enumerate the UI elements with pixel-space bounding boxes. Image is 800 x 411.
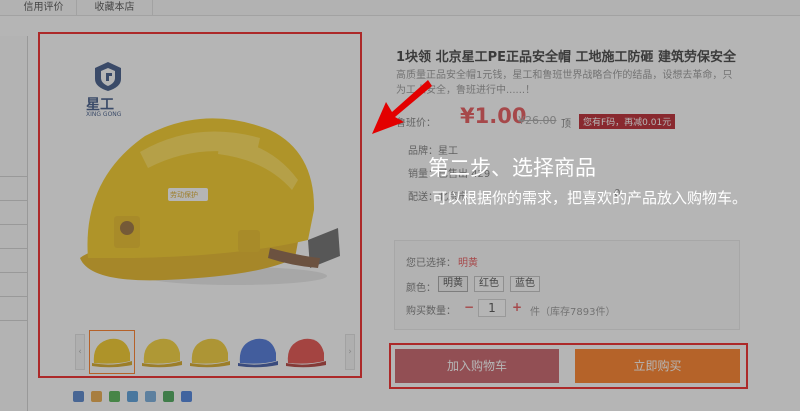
thumb-helmet <box>239 338 276 364</box>
star-icon[interactable] <box>145 391 156 402</box>
color-option-yellow[interactable]: 明黄 <box>438 276 468 292</box>
thumbnail-2[interactable] <box>139 330 185 374</box>
product-description: 高质量正品安全帽1元钱，星工和鲁班世界战略合作的结晶，设想去革命，只为工人安全，… <box>396 70 733 96</box>
main-product-image <box>70 108 350 298</box>
helmet-print: 劳动保护 <box>170 191 198 199</box>
quantity-input[interactable]: 1 <box>478 299 506 317</box>
color-option-blue[interactable]: 蓝色 <box>510 276 540 292</box>
thumbnail-4[interactable] <box>235 330 281 374</box>
thumbnail-3[interactable] <box>187 330 233 374</box>
selected-value: 明黄 <box>458 258 478 269</box>
plus-icon[interactable] <box>73 391 84 402</box>
sidebar-divider <box>0 296 28 297</box>
buy-now-button[interactable]: 立即购买 <box>575 349 740 383</box>
guide-title: 第二步、选择商品 <box>428 156 596 180</box>
thumb-helmet <box>93 338 130 364</box>
qq-icon[interactable] <box>127 391 138 402</box>
original-price-suffix: 顶 <box>561 119 571 130</box>
thumb-next-button[interactable]: › <box>345 334 355 370</box>
guide-text: 可以根据你的需求，把喜欢的产品放入购物车。 <box>432 189 748 207</box>
sidebar-divider <box>0 224 28 225</box>
tab-credit-rating[interactable]: 信用评价 <box>11 0 77 16</box>
add-to-cart-button[interactable]: 加入购物车 <box>395 349 559 383</box>
sidebar-divider <box>0 200 28 201</box>
quantity-plus-button[interactable]: + <box>508 299 526 317</box>
selected-label: 您已选择： <box>406 258 456 269</box>
weibo-icon[interactable] <box>181 391 192 402</box>
thumb-prev-button[interactable]: ‹ <box>75 334 85 370</box>
current-price: ¥1.00 <box>460 104 527 128</box>
thumbnail-1[interactable] <box>89 330 135 374</box>
wechat-icon[interactable] <box>109 391 120 402</box>
quantity-label: 购买数量： <box>406 306 456 317</box>
arrow-icon <box>368 76 436 138</box>
douban-icon[interactable] <box>163 391 174 402</box>
quantity-minus-button[interactable]: − <box>460 299 478 317</box>
sidebar-divider <box>0 272 28 273</box>
sidebar-divider <box>0 248 28 249</box>
thumbnail-5[interactable] <box>283 330 329 374</box>
color-option-red[interactable]: 红色 <box>474 276 504 292</box>
tab-favorite-shop[interactable]: 收藏本店 <box>77 0 153 16</box>
stock-info: 件（库存7893件） <box>530 307 616 318</box>
original-price: ¥26.00 <box>518 114 557 127</box>
sidebar-divider <box>0 176 28 177</box>
product-title: 1块领 北京星工PE正品安全帽 工地施工防砸 建筑劳保安全 <box>396 50 737 65</box>
color-label: 颜色： <box>406 283 436 294</box>
thumb-helmet <box>191 338 228 364</box>
thumb-helmet <box>287 338 324 364</box>
thumb-helmet <box>143 338 180 364</box>
qzone-icon[interactable] <box>91 391 102 402</box>
sidebar-divider <box>0 320 28 321</box>
brand-logo <box>92 60 124 92</box>
fcode-coupon-badge[interactable]: 您有F码，再减0.01元 <box>579 114 676 129</box>
